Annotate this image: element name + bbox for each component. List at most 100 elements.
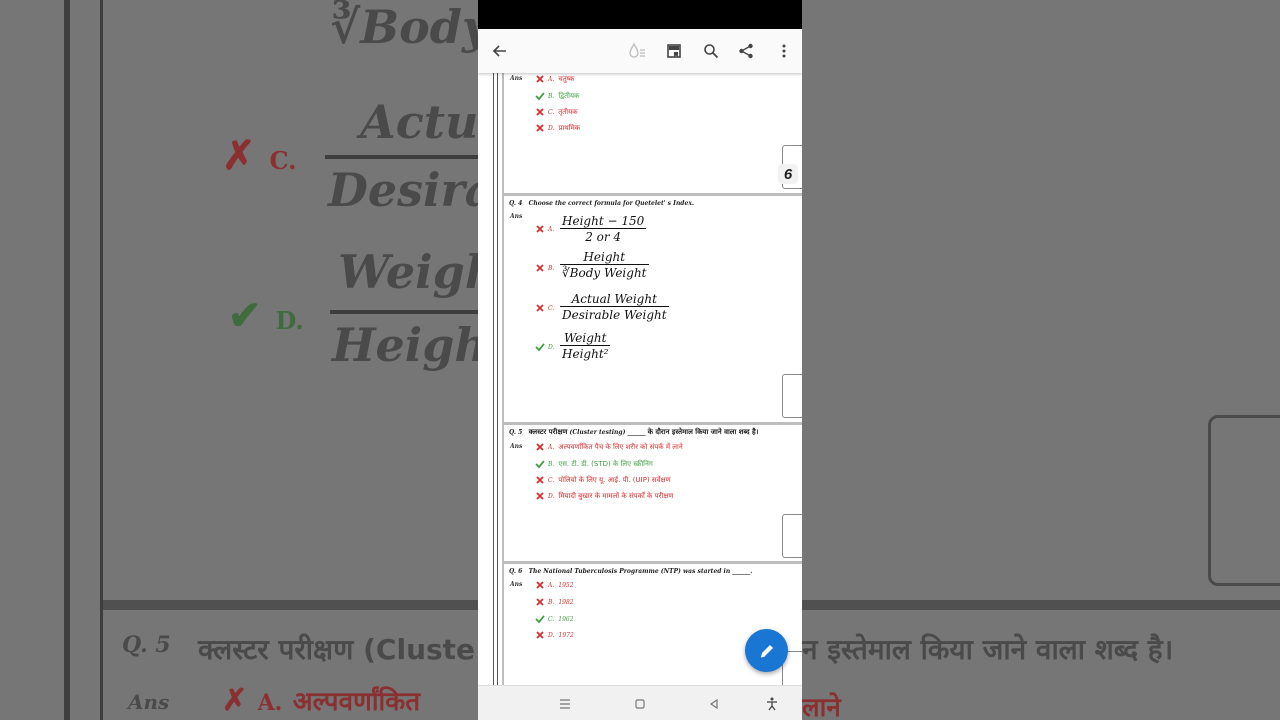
option-text: एस. टी. डी. (STD) के लिए स्क्रीनिंग xyxy=(558,459,653,468)
q5-option-b: B. एस. टी. डी. (STD) के लिए स्क्रीनिंग xyxy=(535,459,653,469)
pencil-edit-icon[interactable] xyxy=(745,629,788,672)
q3-option-b: B. द्वितीयक xyxy=(535,91,579,101)
bg-ans-label: Ans xyxy=(128,690,170,714)
option-label: C. xyxy=(548,476,555,484)
option-text: 1982 xyxy=(558,598,574,606)
option-label: A. xyxy=(548,443,555,451)
menu-nav-icon[interactable] xyxy=(555,694,575,714)
q4-option-d-formula: Weight Height² xyxy=(560,331,611,361)
cross-icon xyxy=(536,75,544,83)
q5-answer-box xyxy=(782,514,802,558)
q6-text: The National Tuberculosis Programme (NTP… xyxy=(528,568,753,575)
option-text: तृतीयक xyxy=(558,107,578,116)
app-toolbar xyxy=(478,29,802,73)
q6-option-d: D. 1972 xyxy=(535,630,578,640)
status-bar xyxy=(478,0,802,29)
bg-q-text-right: न इस्तेमाल किया जाने वाला शब्द है। xyxy=(802,633,1174,666)
bg-q-number: Q. 5 xyxy=(122,632,171,658)
option-text: 1972 xyxy=(558,631,574,639)
q4-option-a-mark: A. xyxy=(535,224,558,234)
cross-icon xyxy=(536,304,544,312)
q6-option-b: B. 1982 xyxy=(535,597,578,607)
q6-left-border xyxy=(502,563,504,685)
option-label: D. xyxy=(548,631,555,639)
cross-icon xyxy=(536,264,544,272)
bg-frame-line xyxy=(64,0,70,720)
q4-option-c-mark: C. xyxy=(535,303,558,313)
q6-number: Q. 6 xyxy=(509,568,523,575)
bg-fraction-bar xyxy=(325,155,485,159)
q4-option-c-formula: Actual Weight Desirable Weight xyxy=(560,292,669,322)
q5-option-a: A. अल्पवर्णांकित पैच के लिए शरीर को संपर… xyxy=(535,442,683,452)
option-label: C. xyxy=(548,108,555,116)
q3-ans-label: Ans xyxy=(510,75,523,82)
search-icon[interactable] xyxy=(699,39,723,63)
q3-option-a: A. चतुष्क xyxy=(535,74,574,84)
cross-icon xyxy=(536,492,544,500)
q5-left-border xyxy=(502,424,504,562)
option-text: 1952 xyxy=(558,581,574,589)
cross-icon xyxy=(536,108,544,116)
system-nav-bar xyxy=(478,685,802,720)
q4-separator xyxy=(502,193,802,196)
q4-question: Q. 4 Choose the correct formula for Quet… xyxy=(509,200,694,207)
pdf-page[interactable]: Ans A. चतुष्क B. द्वितीयक C. तृतीयक D. प… xyxy=(478,73,802,685)
bg-check-d: ✔ D. xyxy=(228,292,304,339)
check-icon xyxy=(535,615,545,624)
formula-denominator: Desirable Weight xyxy=(560,306,669,322)
bg-cross-c: ✗ C. xyxy=(222,132,297,179)
home-nav-icon[interactable] xyxy=(630,694,650,714)
q6-option-c: C. 1962 xyxy=(535,614,578,624)
q3-option-d: D. प्राथमिक xyxy=(535,123,580,133)
bg-answer-box xyxy=(1208,415,1280,586)
bookmark-icon[interactable] xyxy=(662,39,686,63)
option-text: मियादी बुखार के मामलों के संपर्कों के पर… xyxy=(558,491,674,500)
q6-option-a: A. 1952 xyxy=(535,580,578,590)
formula-numerator: Height xyxy=(583,250,626,264)
share-icon[interactable] xyxy=(734,39,758,63)
q5-question: Q. 5 क्लस्टर परीक्षण (Cluster testing) _… xyxy=(509,428,758,437)
more-vert-icon[interactable] xyxy=(772,39,796,63)
q4-option-b-mark: B. xyxy=(535,263,558,273)
option-label: D. xyxy=(548,343,555,351)
q4-option-d-mark: D. xyxy=(535,342,559,352)
accessibility-icon[interactable] xyxy=(762,694,782,714)
option-label: A. xyxy=(548,75,555,83)
option-text: अल्पवर्णांकित पैच के लिए शरीर को संपर्क … xyxy=(558,442,683,451)
option-label: A. xyxy=(548,225,555,233)
q3-left-border xyxy=(502,73,504,195)
bg-formula-desirable: Desira xyxy=(328,163,495,217)
back-nav-icon[interactable] xyxy=(704,694,724,714)
q6-question: Q. 6 The National Tuberculosis Programme… xyxy=(509,568,752,575)
q5-separator xyxy=(502,422,802,425)
cross-icon xyxy=(536,443,544,451)
option-label: B. xyxy=(548,598,555,606)
cross-icon xyxy=(536,225,544,233)
q5-option-d: D. मियादी बुखार के मामलों के संपर्कों के… xyxy=(535,491,673,501)
option-label: C. xyxy=(548,615,555,623)
q4-ans-label: Ans xyxy=(510,213,523,220)
cross-icon xyxy=(536,631,544,639)
option-label: D. xyxy=(548,492,555,500)
q6-ans-label: Ans xyxy=(510,581,523,588)
q5-text-hi-1: क्लस्टर परीक्षण xyxy=(528,428,568,436)
q4-answer-box xyxy=(782,374,802,418)
option-text: चतुष्क xyxy=(558,74,575,83)
phone-screen: Ans A. चतुष्क B. द्वितीयक C. तृतीयक D. प… xyxy=(478,0,802,720)
check-icon xyxy=(535,343,545,352)
formula-numerator: Height − 150 xyxy=(562,214,645,228)
page-number-badge: 6 xyxy=(778,164,798,184)
option-text: द्वितीयक xyxy=(558,91,580,100)
bg-formula-body: ∛Body xyxy=(330,0,489,54)
q5-option-c: C. पोलियो के लिए यू. आई. पी. (UIP) सर्वे… xyxy=(535,475,671,485)
q5-text-en: (Cluster testing) ______ xyxy=(569,429,646,436)
option-label: A. xyxy=(548,581,555,589)
q4-text: Choose the correct formula for Quetelet'… xyxy=(528,200,694,207)
bg-opt-a: ✗ A. अल्पवर्णांकित xyxy=(222,683,421,718)
reading-mode-icon[interactable] xyxy=(625,39,649,63)
option-label: D. xyxy=(548,124,555,132)
option-text: प्राथमिक xyxy=(558,123,581,132)
formula-denominator: ∛Body Weight xyxy=(560,264,649,280)
arrow-left-icon[interactable] xyxy=(488,39,512,63)
formula-numerator: Actual Weight xyxy=(571,292,657,306)
